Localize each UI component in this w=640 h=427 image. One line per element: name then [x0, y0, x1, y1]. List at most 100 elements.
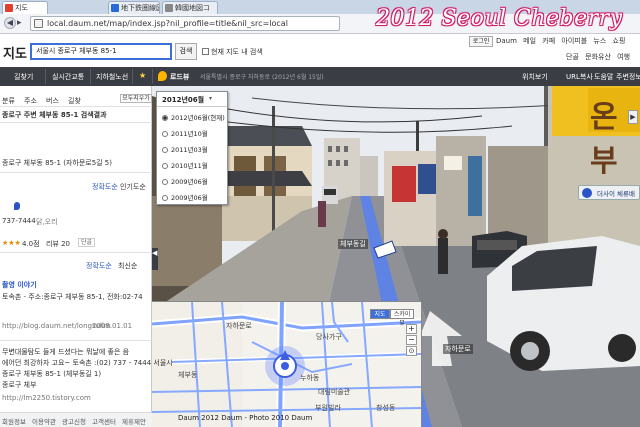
tab-category[interactable]: 분류 — [2, 96, 15, 106]
tab-route[interactable]: 길찾 — [68, 96, 81, 106]
reset-icon[interactable]: ⊙ — [406, 346, 417, 356]
toolbar-help[interactable]: 도움말 — [594, 72, 613, 82]
radio-icon[interactable] — [162, 195, 168, 201]
toolbar-divider — [132, 69, 133, 84]
cafe-snippet-3: 종로구 체부동 85-1 (체부동길 1) — [2, 370, 102, 378]
result-address[interactable]: 종로구 체부동 85-1 (자하문로5길 5) — [2, 158, 112, 168]
map-label: 자하문로 — [226, 322, 252, 330]
date-option-label: 2009년06월 — [171, 178, 208, 186]
search-button[interactable]: 검색 — [175, 43, 197, 60]
footer-link[interactable]: 고객센터 — [92, 416, 116, 426]
toolbar-subway[interactable]: 지하철노선 — [96, 72, 128, 82]
roadview-pin-icon — [158, 71, 167, 81]
subway-favicon-icon — [111, 4, 119, 12]
radio-icon[interactable] — [162, 163, 168, 169]
sort-recent[interactable]: 최신순 — [118, 261, 137, 271]
toolbar-nearby[interactable]: 주변정보 — [616, 72, 640, 82]
login-button[interactable]: 로그인 — [469, 36, 493, 47]
date-option[interactable]: 2011년03월 — [162, 144, 208, 154]
sub-link[interactable]: 단골 — [566, 53, 579, 61]
date-option[interactable]: 2009년06월 — [162, 192, 208, 202]
search-input[interactable]: 서울시 종로구 체부동 85-1 — [30, 43, 172, 60]
tab-label: 地下鉄圏線図 — [121, 4, 160, 12]
map-label: 대림미술관 — [318, 388, 351, 396]
address-bar[interactable]: local.daum.net/map/index.jsp?nil_profile… — [30, 16, 340, 31]
star-icon[interactable]: ★ — [139, 71, 146, 80]
toolbar-copy-url[interactable]: URL복사 — [566, 72, 593, 82]
roadview-street-label: 체부동길 — [338, 239, 368, 249]
footer-link[interactable]: 이용약관 — [32, 416, 56, 426]
footer-link[interactable]: 제휴제안 — [122, 416, 146, 426]
top-link[interactable]: 카페 — [542, 37, 555, 45]
street-direction-label: 더사이 체류배 — [597, 190, 635, 198]
date-option[interactable]: 2010년11월 — [162, 160, 208, 170]
blog-snippet: 토속촌 - 주소:종로구 체부동 85-1, 전화:02-74 — [2, 293, 143, 301]
tab-address[interactable]: 주소 — [24, 96, 37, 106]
sort-accuracy-2[interactable]: 정확도순 — [86, 261, 112, 271]
back-arrow-icon[interactable]: ◀ — [4, 17, 16, 29]
toolbar-roadview[interactable]: 로드뷰 — [170, 72, 189, 82]
toolbar-directions[interactable]: 길찾기 — [14, 72, 33, 82]
sort-accuracy[interactable]: 정확도순 — [92, 182, 118, 192]
checkbox-box[interactable] — [202, 48, 209, 55]
date-option[interactable]: 2012년06월(현재) — [162, 112, 225, 122]
date-option-label: 2010년11월 — [171, 162, 208, 170]
radio-selected-icon[interactable] — [162, 115, 168, 121]
sub-link[interactable]: 문화유산 — [585, 53, 611, 61]
date-current[interactable]: 2012년06월 — [162, 95, 204, 105]
place-reviews[interactable]: 리뷰 20 — [46, 239, 70, 249]
top-link[interactable]: 아이피블 — [561, 37, 587, 45]
cafe-snippet-1: 무변대물탐도 들게 드셨다는 뭐날에 좋은 음 — [2, 348, 130, 356]
place-badge[interactable]: 단골 — [78, 238, 96, 247]
forward-arrow-icon[interactable]: ▸ — [17, 17, 27, 29]
pan-left-arrow-icon[interactable]: ◀ — [152, 249, 157, 257]
blog-title[interactable]: 촬영 이야기 — [2, 280, 37, 290]
roadview-corner-label: 자하문로 — [443, 344, 473, 354]
zoom-out-icon[interactable]: − — [406, 335, 417, 345]
toolbar-divider — [152, 69, 153, 84]
toolbar-divider — [90, 69, 91, 84]
page-icon — [34, 19, 43, 28]
sort-popularity[interactable]: 인기도순 — [120, 182, 146, 192]
tab-bus[interactable]: 버스 — [46, 96, 59, 106]
street-direction-control[interactable]: 더사이 체류배 — [578, 185, 640, 200]
toolbar-divider — [45, 69, 46, 84]
page-favicon-icon — [165, 4, 173, 12]
sub-link[interactable]: 여행 — [617, 53, 630, 61]
top-link[interactable]: 뉴스 — [593, 37, 606, 45]
toolbar-location[interactable]: 위치보기 — [522, 72, 548, 82]
zoom-in-icon[interactable]: + — [406, 324, 417, 334]
chevron-down-icon[interactable]: ▾ — [209, 95, 212, 102]
radio-icon[interactable] — [162, 179, 168, 185]
cafe-url[interactable]: http://lm2250.tistory.com — [2, 394, 91, 402]
top-link[interactable]: 메일 — [523, 37, 536, 45]
divider — [0, 106, 152, 107]
place-phone: 737-7444 — [2, 217, 36, 225]
browser-tab-subway[interactable]: 地下鉄圏線図 — [108, 1, 160, 14]
map-copyright: Daum 2012 Daum - Photo 2010 Daum — [178, 414, 313, 422]
tab-skyview[interactable]: 스카이뷰 — [390, 309, 414, 327]
footer-link[interactable]: 광고신청 — [62, 416, 86, 426]
pan-right-arrow-icon[interactable]: ▶ — [628, 110, 638, 124]
footer-link[interactable]: 회원정보 — [2, 416, 26, 426]
top-link[interactable]: 쇼핑 — [613, 37, 626, 45]
divider — [0, 340, 152, 341]
toolbar-traffic[interactable]: 실시간교통 — [52, 72, 84, 82]
clear-all-button[interactable]: 모두지우기 — [120, 94, 152, 103]
date-option[interactable]: 2009년06월 — [162, 176, 208, 186]
browser-tab-map[interactable]: 지도 — [2, 1, 48, 14]
map-area-search-checkbox[interactable]: 현재 지도 내 검색 — [202, 47, 263, 57]
map-label: 부원빌라 — [315, 404, 341, 412]
browser-tab-korea-map[interactable]: 韓國地図コ — [162, 1, 218, 14]
top-link[interactable]: Daum — [496, 37, 517, 45]
divider — [0, 172, 152, 173]
radio-icon[interactable] — [162, 131, 168, 137]
site-logo[interactable]: 지도 — [3, 43, 27, 62]
divider — [0, 252, 152, 253]
date-option-label: 2011년10월 — [171, 130, 208, 138]
divider — [0, 122, 152, 123]
date-option[interactable]: 2011년10월 — [162, 128, 208, 138]
radio-icon[interactable] — [162, 147, 168, 153]
map-label: 누하동 — [300, 374, 320, 382]
tab-map[interactable]: 지도 — [370, 309, 390, 319]
